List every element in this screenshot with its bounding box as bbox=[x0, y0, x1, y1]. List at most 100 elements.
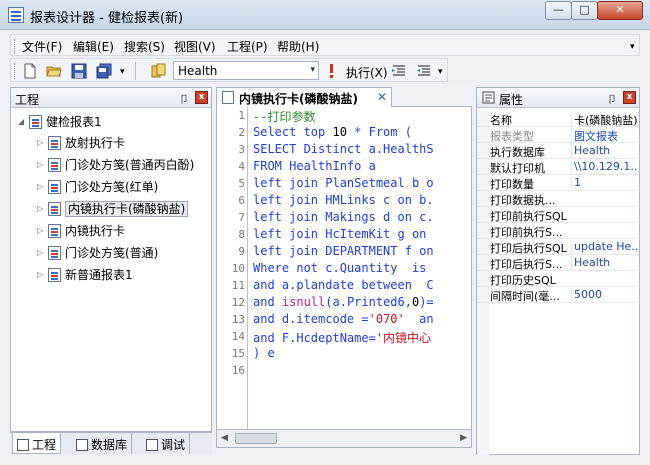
menu-bar: 文件(F) 编辑(E) 搜索(S) 视图(V) 工程(P) 帮助(H) ▾ bbox=[10, 34, 640, 56]
menu-project[interactable]: 工程(P) bbox=[227, 38, 268, 55]
code-token: ) e bbox=[253, 346, 275, 360]
scrollbar-thumb[interactable] bbox=[235, 433, 277, 444]
open-folder-icon[interactable] bbox=[46, 63, 62, 79]
expand-arrow-icon[interactable]: ▷ bbox=[37, 204, 48, 213]
property-value[interactable]: update He... bbox=[571, 240, 638, 253]
tree-item[interactable]: ▷ 放射执行卡 bbox=[37, 134, 125, 152]
report-icon bbox=[48, 157, 61, 172]
expand-arrow-icon[interactable]: ▷ bbox=[37, 182, 48, 191]
menu-search[interactable]: 搜索(S) bbox=[124, 38, 165, 55]
tree-item[interactable]: ▷ 门诊处方笺(普通丙白酚) bbox=[37, 156, 194, 174]
property-key: 默认打印机 bbox=[490, 162, 545, 175]
tree-item[interactable]: ▷ 门诊处方笺(红单) bbox=[37, 178, 158, 196]
outdent-icon[interactable] bbox=[416, 63, 432, 79]
menu-help[interactable]: 帮助(H) bbox=[277, 38, 319, 55]
database-select[interactable]: Health ▾ bbox=[173, 61, 319, 80]
tab-debug[interactable]: 调试 bbox=[142, 433, 191, 454]
tree-item[interactable]: ▷ 新普通报表1 bbox=[37, 266, 133, 284]
tab-database[interactable]: 数据库 bbox=[72, 433, 133, 454]
save-all-icon[interactable] bbox=[96, 63, 112, 79]
execute-icon[interactable] bbox=[326, 63, 336, 79]
property-value[interactable]: Health bbox=[571, 144, 638, 157]
property-value[interactable]: 卡(磷酸钠盐) bbox=[571, 112, 638, 128]
toolbar-overflow-icon-2[interactable]: ▾ bbox=[438, 67, 443, 77]
property-row[interactable]: 打印后执行S... Health bbox=[477, 255, 638, 271]
indent-icon[interactable] bbox=[391, 63, 407, 79]
toolbar: ▾ Health ▾ 执行(X) ▾ bbox=[10, 58, 448, 82]
project-panel-title: 工程 bbox=[15, 93, 40, 107]
code-token: left join HMLinks c on b. bbox=[253, 193, 434, 207]
line-number: 1 bbox=[238, 109, 245, 122]
property-row[interactable]: 报表类型 图文报表 bbox=[477, 127, 638, 144]
save-icon[interactable] bbox=[71, 63, 87, 79]
tree-item[interactable]: ▷ 门诊处方笺(普通) bbox=[37, 244, 158, 262]
chevron-down-icon[interactable]: ▾ bbox=[310, 65, 315, 75]
property-row[interactable]: 打印数量 1 bbox=[477, 175, 638, 191]
toolbar-overflow-icon[interactable]: ▾ bbox=[120, 67, 125, 77]
tree-item[interactable]: ▷ 内镜执行卡 bbox=[37, 222, 125, 240]
menu-view[interactable]: 视图(V) bbox=[174, 38, 216, 55]
sql-editor[interactable]: 1 2 3 4 5 6 7 8 9 10 11 12 13 14 15 16 --打印参数 Select top … bbox=[216, 107, 472, 430]
close-panel-button[interactable]: x bbox=[195, 91, 208, 104]
horizontal-scrollbar[interactable]: ◀ ▶ bbox=[216, 430, 472, 448]
code-token: 10 bbox=[332, 125, 347, 139]
expand-arrow-icon[interactable]: ▷ bbox=[37, 248, 48, 257]
property-value[interactable]: \\10.129.1... bbox=[571, 160, 638, 173]
close-panel-button[interactable]: x bbox=[623, 91, 636, 104]
property-row[interactable]: 间隔时间(毫... 5000 bbox=[477, 287, 638, 303]
property-key: 打印数量 bbox=[490, 178, 534, 191]
property-key: 打印历史SQL bbox=[490, 274, 556, 287]
tree-root[interactable]: ◢ 健检报表1 bbox=[18, 113, 102, 130]
property-value[interactable]: Health bbox=[571, 256, 638, 269]
code-line: ) e bbox=[253, 346, 275, 360]
property-row[interactable]: 执行数据库 Health bbox=[477, 143, 638, 159]
editor-tab[interactable]: 内镜执行卡(磷酸钠盐) ✕ bbox=[216, 87, 392, 107]
code-line: left join HcItemKit g on bbox=[253, 227, 434, 241]
report-icon bbox=[48, 245, 61, 260]
property-row[interactable]: 打印后执行SQL update He... bbox=[477, 239, 638, 255]
code-token: FROM HealthInfo a bbox=[253, 159, 376, 173]
code-token: '内镜中心 bbox=[375, 331, 432, 345]
property-row[interactable]: 默认打印机 \\10.129.1... bbox=[477, 159, 638, 175]
report-icon bbox=[48, 135, 61, 150]
expand-arrow-icon[interactable]: ▷ bbox=[37, 226, 48, 235]
scroll-right-icon[interactable]: ▶ bbox=[460, 433, 467, 443]
property-row[interactable]: 打印历史SQL bbox=[477, 271, 638, 287]
debug-tab-icon bbox=[146, 439, 158, 451]
property-value[interactable]: 5000 bbox=[571, 288, 638, 301]
close-window-button[interactable]: ✕ bbox=[597, 1, 643, 20]
line-number: 2 bbox=[238, 126, 245, 139]
line-number: 8 bbox=[238, 228, 245, 241]
expand-arrow-icon[interactable]: ▷ bbox=[37, 138, 48, 147]
tree-item-selected[interactable]: ▷ 内镜执行卡(磷酸钠盐) bbox=[37, 200, 189, 218]
close-tab-icon[interactable]: ✕ bbox=[377, 90, 387, 104]
pin-icon[interactable]: 卩 bbox=[179, 91, 189, 106]
property-row[interactable]: 打印数据执... bbox=[477, 191, 638, 207]
expand-arrow-icon[interactable]: ▷ bbox=[37, 160, 48, 169]
scroll-left-icon[interactable]: ◀ bbox=[221, 433, 228, 443]
pin-icon[interactable]: 卩 bbox=[607, 91, 617, 106]
menu-overflow-icon[interactable]: ▾ bbox=[630, 42, 635, 52]
property-value[interactable]: 图文报表 bbox=[571, 128, 638, 144]
maximize-button[interactable]: □ bbox=[571, 1, 598, 20]
execute-button[interactable]: 执行(X) bbox=[346, 64, 388, 81]
minimize-button[interactable]: — bbox=[545, 1, 572, 20]
database-tab-icon bbox=[76, 439, 88, 451]
toolbar-grip-handle[interactable] bbox=[14, 63, 17, 79]
code-token: and d.itemcode = bbox=[253, 312, 369, 326]
menu-file[interactable]: 文件(F) bbox=[22, 38, 62, 55]
collapse-arrow-icon[interactable]: ◢ bbox=[18, 117, 29, 126]
properties-icon bbox=[482, 91, 495, 104]
menu-grip-handle[interactable] bbox=[14, 39, 17, 53]
tab-project[interactable]: 工程 bbox=[12, 433, 62, 454]
property-row[interactable]: 打印前执行S... bbox=[477, 223, 638, 239]
property-row[interactable]: 打印前执行SQL bbox=[477, 207, 638, 223]
line-number: 10 bbox=[231, 262, 245, 275]
menu-edit[interactable]: 编辑(E) bbox=[73, 38, 114, 55]
code-token: '070' bbox=[368, 312, 405, 326]
property-value[interactable]: 1 bbox=[571, 176, 638, 189]
property-header-row[interactable]: 名称 卡(磷酸钠盐) bbox=[477, 111, 638, 128]
expand-arrow-icon[interactable]: ▷ bbox=[37, 270, 48, 279]
tree-item-label: 门诊处方笺(普通) bbox=[65, 246, 159, 260]
new-file-icon[interactable] bbox=[22, 63, 38, 79]
